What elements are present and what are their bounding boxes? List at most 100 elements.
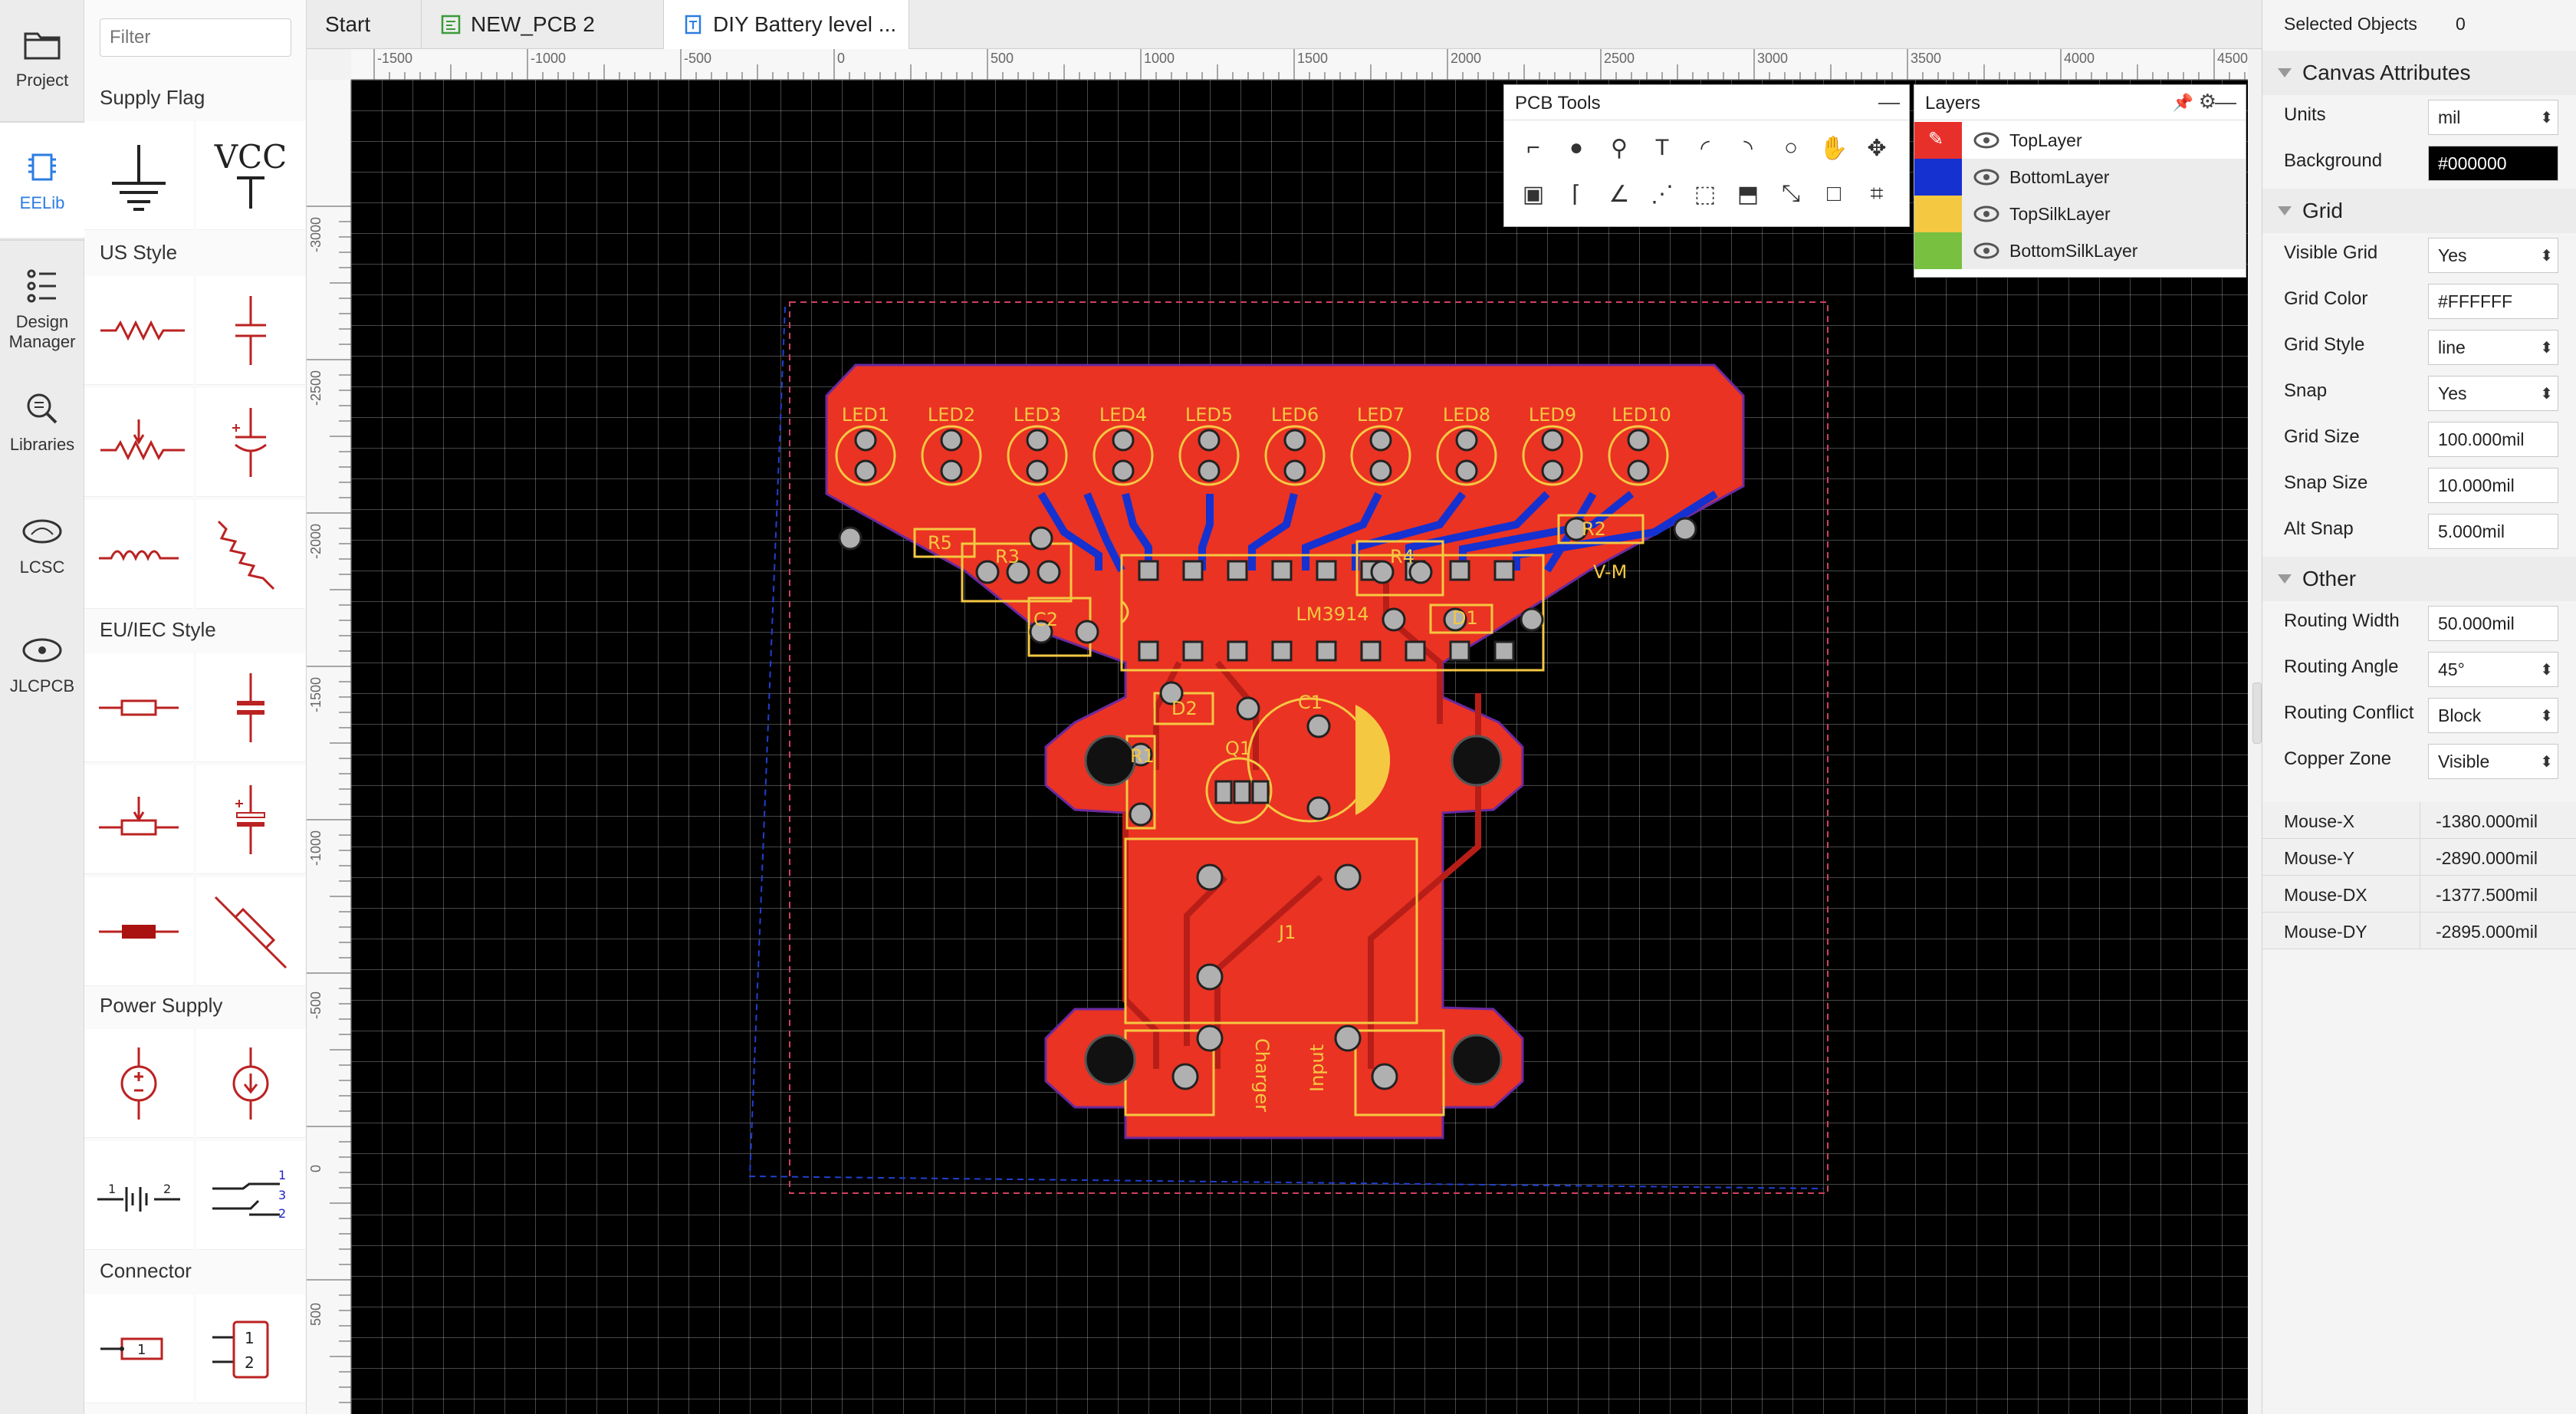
grid-style-select[interactable]: line [2428,330,2558,365]
ic-pin-pad [1271,640,1293,662]
potentiometer-us-symbol[interactable] [84,388,193,497]
grid-header[interactable]: Grid [2262,189,2576,233]
nav-libraries[interactable]: Libraries [0,387,84,455]
resistor-us-symbol[interactable] [84,276,193,385]
vcc-symbol[interactable]: VCC [196,121,305,230]
current-source-symbol[interactable] [196,1029,305,1138]
routing-conflict-select[interactable]: Block [2428,698,2558,733]
gear-icon[interactable]: ⚙ [2199,90,2216,113]
nav-lcsc-label: LCSC [19,557,65,577]
inductor-symbol[interactable] [84,500,193,609]
tab-new-pcb-2[interactable]: NEW_PCB 2 [422,0,664,49]
ic-pin-pad [1316,560,1337,581]
mouse-dy-label: Mouse-DY [2284,922,2367,942]
track-tool-icon[interactable]: ⌐ [1513,128,1553,168]
layer-row-top[interactable]: ✎ TopLayer [1914,122,2246,159]
ruler-top-label: 3000 [1757,51,1789,66]
circle-tool-icon[interactable]: ○ [1771,128,1811,168]
pad-tool-icon[interactable]: ● [1556,128,1596,168]
grid-size-label: Grid Size [2284,426,2360,447]
alt-snap-field[interactable]: 5.000mil [2428,514,2558,549]
grid-style-label: Grid Style [2284,334,2365,355]
label-c1: C1 [1298,692,1322,713]
copper-zone-select[interactable]: Visible [2428,744,2558,779]
header-2pin-symbol[interactable]: 1 2 [196,1294,305,1403]
eye-icon[interactable] [1971,166,2002,189]
led-pad [1026,429,1049,452]
layer-row-topsilk[interactable]: TopSilkLayer [1914,196,2246,232]
ruler-top-label: 1500 [1297,51,1329,66]
canvas-attributes-header[interactable]: Canvas Attributes [2262,51,2576,95]
other-header[interactable]: Other [2262,557,2576,601]
nav-lcsc[interactable]: LCSC [0,510,84,577]
arc-tool-icon[interactable]: ◜ [1685,128,1725,168]
nav-project[interactable]: Project [0,23,84,90]
tab-start[interactable]: Start [307,0,422,49]
eye-icon[interactable] [1971,239,2002,262]
mouse-x-value: -1380.000mil [2436,811,2538,831]
background-color-field[interactable]: #000000 [2428,146,2558,181]
filter-input[interactable] [100,18,291,57]
layers-title: Layers 📌 ⚙ — [1914,85,2246,120]
svg-text:1: 1 [108,1182,116,1196]
resistor-diagonal-symbol[interactable] [196,500,305,609]
potentiometer-eu-symbol[interactable] [84,765,193,874]
grid-size-field[interactable]: 100.000mil [2428,422,2558,457]
layer-row-bottomsilk[interactable]: BottomSilkLayer [1914,232,2246,269]
rect-tool-icon[interactable]: □ [1814,174,1854,214]
layer-row-bottom[interactable]: BottomLayer [1914,159,2246,196]
snap-select[interactable]: Yes [2428,376,2558,411]
canvas-origin-icon[interactable]: ✥ [1857,128,1897,168]
layers-title-text: Layers [1925,93,1981,113]
dimension-tool-icon[interactable]: ⌈ [1556,174,1596,214]
routing-width-field[interactable]: 50.000mil [2428,606,2558,641]
label-r1: R1 [1130,745,1155,767]
center-arc-tool-icon[interactable]: ◝ [1728,128,1768,168]
nav-jlcpcb[interactable]: JLCPCB [0,629,84,696]
collapse-right-panel-handle[interactable] [2252,682,2262,744]
tab-diy-battery-level[interactable]: DIY Battery level ... [664,0,909,49]
minimize-icon[interactable]: — [1878,90,1900,114]
routing-angle-select[interactable]: 45° [2428,652,2558,687]
pcb-tools-title-text: PCB Tools [1515,93,1601,113]
capacitor-eu-symbol[interactable] [196,653,305,762]
capacitor-symbol[interactable] [196,276,305,385]
resistor-eu-diagonal-symbol[interactable] [196,877,305,986]
rect-select-icon[interactable]: ⬚ [1685,174,1725,214]
angle-tool-icon[interactable]: ∠ [1599,174,1639,214]
measure-tool-icon[interactable]: ⤡ [1771,174,1811,214]
ground-symbol[interactable] [84,121,193,230]
image-tool-icon[interactable]: ▣ [1513,174,1553,214]
via-tool-icon[interactable]: ⚲ [1599,128,1639,168]
grid-color-field[interactable]: #FFFFFF [2428,284,2558,319]
led-pad [1627,459,1650,482]
nav-design-manager[interactable]: Design Manager [0,265,84,352]
voltage-source-symbol[interactable] [84,1029,193,1138]
connect-tool-icon[interactable]: ⋰ [1642,174,1682,214]
pcb-canvas[interactable]: LED1 LED2 LED3 LED4 LED5 LED6 LED7 LED8 LED9 LED1… [351,80,2248,1414]
battery-symbol[interactable]: 1 2 [84,1141,193,1250]
eye-icon[interactable] [1971,129,2002,152]
visible-grid-select[interactable]: Yes [2428,238,2558,273]
nav-eelib[interactable]: EELib [0,123,84,238]
grid-color-label: Grid Color [2284,288,2368,309]
fuse-symbol[interactable] [84,877,193,986]
eye-icon[interactable] [1971,202,2002,225]
ruler-top-label: -1500 [377,51,413,66]
text-tool-icon[interactable]: T [1642,128,1682,168]
pin-icon[interactable]: 📌 [2173,93,2193,113]
units-select[interactable]: mil [2428,100,2558,135]
snap-size-field[interactable]: 10.000mil [2428,468,2558,503]
minimize-icon[interactable]: — [2215,90,2236,114]
led-label: LED9 [1529,404,1576,426]
led-pad [1283,429,1306,452]
dc-jack-symbol[interactable]: 1 3 2 [196,1141,305,1250]
resistor-eu-symbol[interactable] [84,653,193,762]
polarized-capacitor-eu-symbol[interactable] [196,765,305,874]
solid-region-icon[interactable]: ⬒ [1728,174,1768,214]
pan-hand-icon[interactable]: ✋ [1814,128,1854,168]
polarized-capacitor-symbol[interactable] [196,388,305,497]
ruler-top-label: 4000 [2064,51,2095,66]
group-tool-icon[interactable]: ⌗ [1857,174,1897,214]
header-1pin-symbol[interactable]: 1 [84,1294,193,1403]
